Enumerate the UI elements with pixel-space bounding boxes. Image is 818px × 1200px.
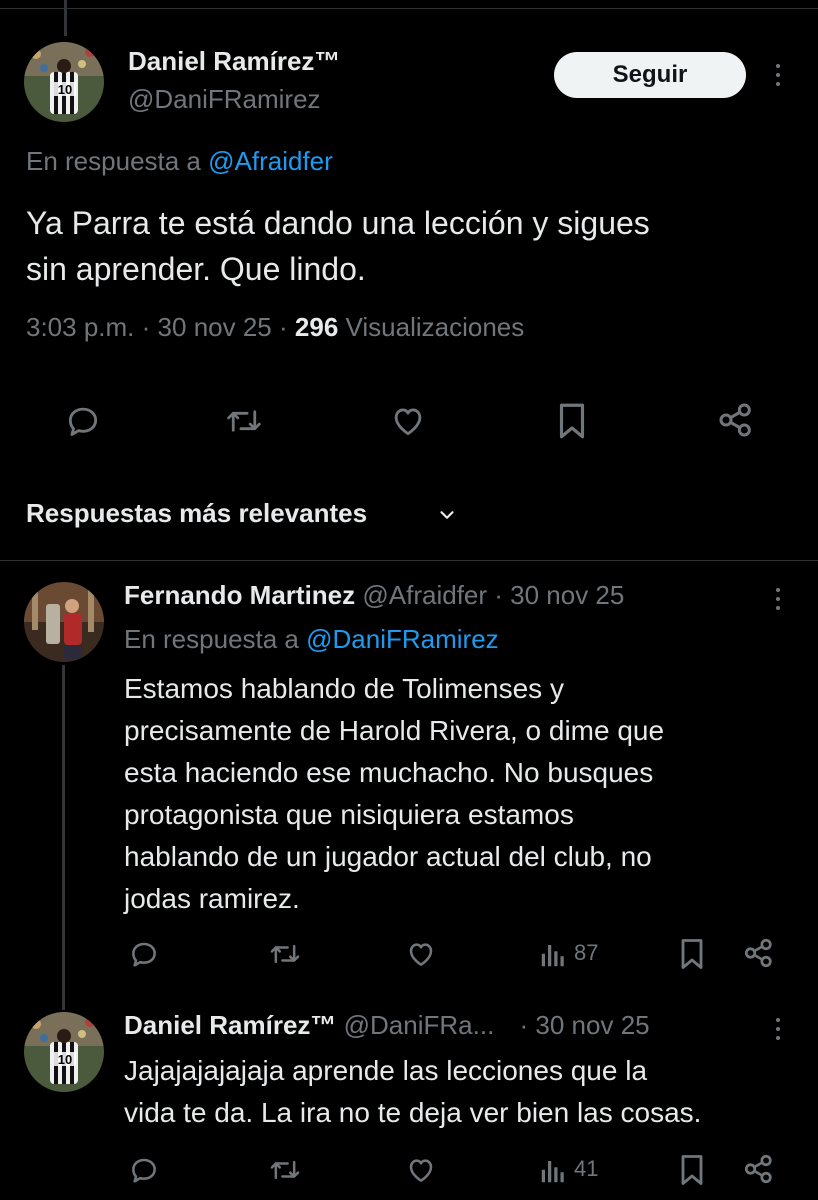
more-icon[interactable] — [768, 588, 788, 610]
avatar[interactable]: 10 — [24, 1012, 104, 1092]
thread-line — [62, 665, 65, 1010]
views-icon[interactable] — [538, 940, 568, 970]
reply-text-line: jodas ramirez. — [124, 883, 300, 914]
author-handle[interactable]: @DaniFRamirez — [128, 84, 321, 115]
reply-prefix: En respuesta a — [124, 624, 299, 654]
views-count: 87 — [574, 940, 599, 965]
tweet-text-line: Ya Parra te está dando una lección y sig… — [26, 205, 650, 241]
reply-text: Jajajajajajaja aprende las lecciones que… — [124, 1050, 701, 1134]
thread-line-top — [64, 0, 67, 36]
reply-prefix: En respuesta a — [26, 146, 201, 176]
follow-button[interactable]: Seguir — [554, 52, 746, 98]
views-count: 296 — [294, 312, 339, 342]
tweet-date[interactable]: · 30 nov 25 — [520, 1010, 650, 1040]
chevron-down-icon[interactable] — [436, 504, 458, 526]
meta-separator: · — [141, 312, 151, 342]
like-icon[interactable] — [388, 402, 428, 440]
author-name[interactable]: Fernando Martinez — [124, 580, 355, 610]
tweet-text: Ya Parra te está dando una lección y sig… — [26, 200, 650, 292]
top-border — [0, 8, 818, 9]
reply-text-line: esta haciendo ese muchacho. No busques — [124, 757, 654, 788]
views-count: 41 — [574, 1156, 599, 1181]
reply-icon[interactable] — [64, 402, 102, 440]
more-icon[interactable] — [768, 1018, 788, 1040]
reply-to-link[interactable]: @Afraidfer — [208, 146, 333, 176]
divider — [0, 560, 818, 561]
avatar[interactable] — [24, 582, 104, 662]
reply-context: En respuesta a @Afraidfer — [26, 146, 333, 177]
bookmark-icon[interactable] — [676, 1152, 708, 1188]
tweet-text-line: sin aprender. Que lindo. — [26, 251, 366, 287]
reply-text-line: hablando de un jugador actual del club, … — [124, 841, 652, 872]
reply-text-line: protagonista que nisiquiera estamos — [124, 799, 574, 830]
reply-context: En respuesta a @DaniFRamirez — [124, 624, 499, 655]
reply-icon[interactable] — [128, 938, 160, 970]
reply-text-line: Jajajajajajaja aprende las lecciones que… — [124, 1055, 648, 1086]
reply-text-line: Estamos hablando de Tolimenses y — [124, 673, 564, 704]
tweet-date[interactable]: · 30 nov 25 — [494, 580, 624, 610]
reply-text-line: precisamente de Harold Rivera, o dime qu… — [124, 715, 665, 746]
tweet-meta: 3:03 p.m. · 30 nov 25 · 296 Visualizacio… — [26, 312, 524, 343]
avatar-jersey-number: 10 — [58, 1052, 72, 1067]
views-icon[interactable] — [538, 1156, 568, 1186]
reply-text-line: vida te da. La ira no te deja ver bien l… — [124, 1097, 702, 1128]
share-icon[interactable] — [742, 1152, 776, 1186]
tweet-date[interactable]: 30 nov 25 — [158, 312, 272, 342]
views-label[interactable]: Visualizaciones — [346, 312, 525, 342]
bookmark-icon[interactable] — [554, 400, 590, 442]
avatar-jersey-number: 10 — [58, 82, 72, 97]
like-icon[interactable] — [404, 1154, 438, 1186]
retweet-icon[interactable] — [268, 938, 302, 970]
reply-header: Fernando Martinez @Afraidfer · 30 nov 25 — [124, 580, 624, 611]
bookmark-icon[interactable] — [676, 936, 708, 972]
meta-separator: · — [279, 312, 288, 342]
replies-sort[interactable]: Respuestas más relevantes — [26, 498, 367, 529]
author-name[interactable]: Daniel Ramírez™ — [128, 46, 340, 77]
share-icon[interactable] — [716, 400, 756, 440]
author-handle[interactable]: @Afraidfer — [362, 580, 487, 610]
retweet-icon[interactable] — [224, 402, 264, 440]
reply-header: Daniel Ramírez™ @DaniFRa... · 30 nov 25 — [124, 1010, 650, 1041]
like-icon[interactable] — [404, 938, 438, 970]
more-icon[interactable] — [768, 64, 788, 86]
tweet-time[interactable]: 3:03 p.m. — [26, 312, 134, 342]
author-name[interactable]: Daniel Ramírez™ — [124, 1010, 336, 1040]
reply-to-link[interactable]: @DaniFRamirez — [306, 624, 499, 654]
reply-text: Estamos hablando de Tolimenses y precisa… — [124, 668, 664, 920]
author-handle[interactable]: @DaniFRa... — [344, 1010, 495, 1040]
share-icon[interactable] — [742, 936, 776, 970]
avatar[interactable]: 10 — [24, 42, 104, 122]
replies-sort-label: Respuestas más relevantes — [26, 498, 368, 528]
retweet-icon[interactable] — [268, 1154, 302, 1186]
reply-icon[interactable] — [128, 1154, 160, 1186]
